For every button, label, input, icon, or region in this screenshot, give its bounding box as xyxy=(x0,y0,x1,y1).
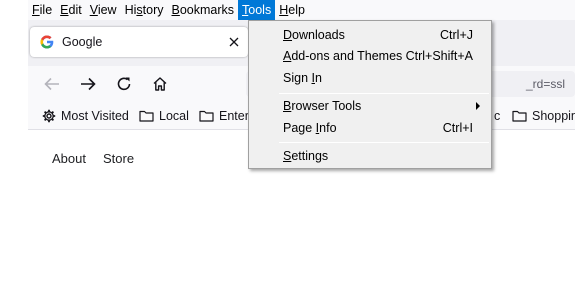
menu-tools[interactable]: Tools xyxy=(238,0,276,20)
shortcut-label: Ctrl+J xyxy=(440,28,473,42)
about-link[interactable]: About xyxy=(52,151,86,166)
menu-item-addons-themes[interactable]: Add-ons and Themes Ctrl+Shift+A xyxy=(251,46,489,66)
tab-title: Google xyxy=(62,35,103,49)
menu-item-sign-in[interactable]: Sign In xyxy=(251,68,489,88)
home-icon[interactable] xyxy=(146,70,174,98)
menu-help[interactable]: Help xyxy=(275,0,309,20)
tab-google[interactable]: Google xyxy=(30,27,248,57)
folder-icon xyxy=(199,110,214,122)
menu-item-page-info[interactable]: Page Info Ctrl+I xyxy=(251,118,489,138)
bookmark-folder-local[interactable]: Local xyxy=(133,105,195,127)
back-arrow-icon[interactable] xyxy=(38,70,66,98)
menu-bar: File Edit View History Bookmarks Tools H… xyxy=(28,0,575,20)
menu-item-settings[interactable]: Settings xyxy=(251,146,489,166)
menu-separator xyxy=(279,93,489,94)
forward-arrow-icon[interactable] xyxy=(74,70,102,98)
google-g-icon xyxy=(40,35,54,49)
menu-item-downloads[interactable]: Downloads Ctrl+J xyxy=(251,25,489,45)
shortcut-label: Ctrl+Shift+A xyxy=(405,49,473,63)
submenu-arrow-icon xyxy=(476,102,480,110)
tools-menu-dropdown: Downloads Ctrl+J Add-ons and Themes Ctrl… xyxy=(248,20,492,169)
menu-view[interactable]: View xyxy=(86,0,121,20)
close-icon[interactable] xyxy=(224,32,244,52)
gear-icon xyxy=(42,109,56,123)
shortcut-label: Ctrl+I xyxy=(442,121,473,135)
bookmark-folder-shopping[interactable]: Shoppin xyxy=(506,105,575,127)
folder-icon xyxy=(512,110,527,122)
url-text: _rd=ssl xyxy=(525,77,565,91)
reload-icon[interactable] xyxy=(110,70,138,98)
menu-edit[interactable]: Edit xyxy=(56,0,86,20)
menu-item-browser-tools[interactable]: Browser Tools xyxy=(251,96,489,116)
menu-bookmarks[interactable]: Bookmarks xyxy=(168,0,239,20)
menu-separator xyxy=(279,142,489,143)
menu-file[interactable]: File xyxy=(28,0,56,20)
menu-history[interactable]: History xyxy=(121,0,168,20)
window-left-margin xyxy=(0,0,28,298)
folder-icon xyxy=(139,110,154,122)
bookmark-most-visited[interactable]: Most Visited xyxy=(36,105,135,127)
store-link[interactable]: Store xyxy=(103,151,134,166)
